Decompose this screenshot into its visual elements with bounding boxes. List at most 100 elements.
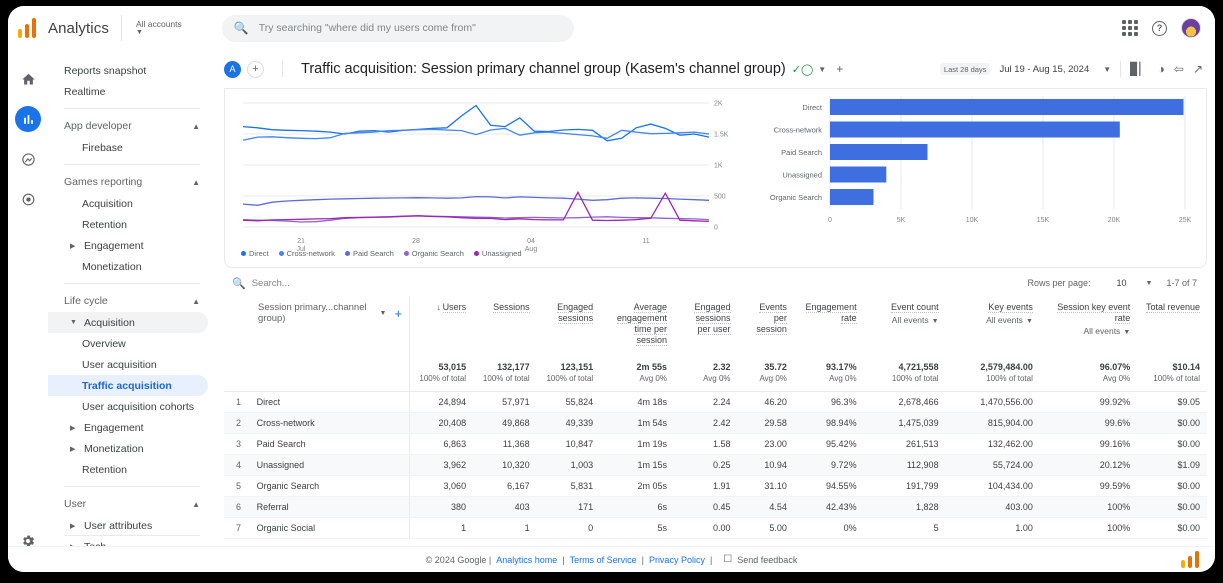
col-total-revenue[interactable]: Total revenue	[1137, 296, 1207, 358]
session-key-event-rate-filter[interactable]: All events ▼	[1047, 326, 1130, 338]
sidebar-item-games-engagement[interactable]: ▶ Engagement	[48, 235, 208, 256]
row-metric-cell: 1,475,039	[863, 412, 946, 434]
table-row[interactable]: 4 Unassigned 3,962 10,320 1,003 1m 15s 0.25 10.…	[224, 454, 1207, 476]
sidebar-item-realtime[interactable]: Realtime	[48, 81, 208, 102]
trend-icon[interactable]: ↗	[1193, 62, 1203, 76]
page-footer: © 2024 Google | Analytics home | Terms of…	[8, 546, 1215, 572]
chevron-down-icon[interactable]: ▼	[818, 65, 826, 74]
add-icon[interactable]: +	[836, 62, 843, 76]
totals-sub: Avg 0%	[759, 374, 787, 383]
chevron-down-icon[interactable]: ▼	[1103, 65, 1111, 74]
sessions-line-chart[interactable]: 2K1.5K1K5000 21 Jul28 04 Aug11	[231, 91, 741, 266]
channel-bar-chart[interactable]: Direct Cross-network Paid Search Unassigned…	[755, 91, 1205, 241]
table-row[interactable]: 1 Direct 24,894 57,971 55,824 4m 18s 2.24 46.20…	[224, 391, 1207, 413]
key-events-filter[interactable]: All events ▼	[953, 315, 1033, 327]
share-icon[interactable]: ⇦	[1174, 62, 1184, 76]
compare-icon[interactable]: ▊▏	[1130, 62, 1148, 76]
sidebar-item-label: Retention	[82, 218, 127, 231]
table-row[interactable]: 7 Organic Social 1 1 0 5s 0.00 5.00 0% 5 1.00 100% $…	[224, 517, 1207, 539]
table-row[interactable]: 3 Paid Search 6,863 11,368 10,847 1m 19s 1.58 2…	[224, 433, 1207, 455]
row-metric-cell: 191,799	[863, 475, 946, 497]
row-metric-cell: 20,408	[409, 412, 474, 434]
rail-item-advertising[interactable]	[15, 186, 41, 212]
sidebar-item-engagement[interactable]: ▶ Engagement	[48, 417, 208, 438]
sidebar-item-user-attributes[interactable]: ▶ User attributes	[48, 515, 208, 536]
sidebar-item-overview[interactable]: Overview	[48, 333, 208, 354]
privacy-policy-link[interactable]: Privacy Policy	[649, 555, 705, 565]
row-metric-cell: 1,828	[863, 496, 946, 518]
date-range-label[interactable]: Jul 19 - Aug 15, 2024	[999, 64, 1089, 75]
terms-of-service-link[interactable]: Terms of Service	[570, 555, 637, 565]
sidebar-item-reports-snapshot[interactable]: Reports snapshot	[48, 60, 208, 81]
col-sessions[interactable]: Sessions	[473, 296, 537, 358]
analytics-home-link[interactable]: Analytics home	[496, 555, 557, 565]
legend-item[interactable]: Paid Search	[344, 249, 394, 258]
sidebar-item-games-monetization[interactable]: Monetization	[48, 256, 208, 277]
row-dimension-name[interactable]: Direct	[250, 391, 411, 413]
dimension-label[interactable]: Session primary...channel group)	[258, 302, 372, 324]
search-input[interactable]	[258, 22, 562, 34]
row-metric-cell: 31.10	[737, 475, 794, 497]
sidebar-section-games-reporting[interactable]: Games reporting ▲	[48, 171, 216, 193]
row-metric-cell: 24,894	[409, 391, 474, 413]
rail-item-explore[interactable]	[15, 146, 41, 172]
rail-item-reports[interactable]	[15, 106, 41, 132]
row-dimension-name[interactable]: Organic Social	[250, 517, 411, 539]
row-metric-cell: $1.09	[1137, 454, 1207, 476]
sidebar-section-life-cycle[interactable]: Life cycle ▲	[48, 290, 216, 312]
sidebar-item-monetization[interactable]: ▶ Monetization	[48, 438, 208, 459]
sidebar-item-label: User attributes	[84, 519, 153, 532]
col-avg-engagement-time[interactable]: Average engagement time per session	[600, 296, 674, 358]
row-dimension-name[interactable]: Unassigned	[250, 454, 411, 476]
chevron-down-icon[interactable]: ▼	[380, 308, 387, 319]
legend-item[interactable]: Organic Search	[403, 249, 464, 258]
apps-grid-icon[interactable]	[1122, 20, 1138, 36]
legend-item[interactable]: Cross-network	[278, 249, 335, 258]
row-dimension-name[interactable]: Cross-network	[250, 412, 411, 434]
legend-item[interactable]: Direct	[241, 249, 269, 258]
explore-compass-icon	[21, 152, 35, 166]
chevron-down-icon: ▼	[931, 318, 939, 325]
col-event-count[interactable]: Event count All events ▼	[864, 296, 946, 358]
sidebar-item-firebase[interactable]: Firebase	[48, 137, 208, 158]
col-engaged-sessions-per-user[interactable]: Engaged sessions per user	[674, 296, 738, 358]
insights-icon[interactable]: ◑	[1158, 62, 1165, 76]
sidebar-item-user-acquisition[interactable]: User acquisition	[48, 354, 208, 375]
sidebar-item-user-acquisition-cohorts[interactable]: User acquisition cohorts	[48, 396, 208, 417]
send-feedback-label[interactable]: Send feedback	[737, 555, 797, 565]
row-dimension-name[interactable]: Referral	[250, 496, 411, 518]
col-key-events[interactable]: Key events All events ▼	[946, 296, 1040, 358]
sidebar-item-traffic-acquisition[interactable]: Traffic acquisition	[48, 375, 208, 396]
col-engaged-sessions[interactable]: Engaged sessions	[537, 296, 601, 358]
avatar[interactable]	[1181, 18, 1201, 38]
col-session-key-event-rate[interactable]: Session key event rate All events ▼	[1040, 296, 1137, 358]
account-selector[interactable]: All accounts ▼	[120, 15, 182, 41]
add-comparison-button[interactable]: +	[247, 60, 264, 78]
rows-per-page-value[interactable]: 10	[1117, 278, 1127, 288]
row-dimension-name[interactable]: Paid Search	[250, 433, 411, 455]
sidebar-item-retention[interactable]: Retention	[48, 459, 208, 480]
sidebar-section-app-developer[interactable]: App developer ▲	[48, 115, 216, 137]
chevron-down-icon[interactable]: ▼	[1146, 280, 1153, 287]
help-icon[interactable]: ?	[1152, 20, 1167, 36]
col-events-per-session[interactable]: Events per session	[738, 296, 794, 358]
add-dimension-icon[interactable]: +	[394, 307, 402, 320]
sidebar-item-acquisition[interactable]: ▼ Acquisition	[48, 312, 208, 333]
sidebar-item-games-acquisition[interactable]: Acquisition	[48, 193, 208, 214]
sidebar-section-user[interactable]: User ▲	[48, 493, 216, 515]
table-row[interactable]: 2 Cross-network 20,408 49,868 49,339 1m 54s 2.…	[224, 412, 1207, 434]
legend-item[interactable]: Unassigned	[473, 249, 522, 258]
row-dimension-name[interactable]: Organic Search	[250, 475, 411, 497]
table-search[interactable]: 🔍 Search...	[232, 277, 290, 290]
divider	[1120, 61, 1122, 77]
sidebar-item-games-retention[interactable]: Retention	[48, 214, 208, 235]
chevron-right-icon: ▶	[70, 424, 76, 432]
table-row[interactable]: 6 Referral 380 403 171 6s 0.45 4.54 42.43% 1,828 4…	[224, 496, 1207, 518]
rail-item-home[interactable]	[15, 66, 41, 92]
table-row[interactable]: 5 Organic Search 3,060 6,167 5,831 2m 05s 1.91…	[224, 475, 1207, 497]
global-search[interactable]: 🔍	[221, 14, 574, 42]
col-engagement-rate[interactable]: Engagement rate	[794, 296, 864, 358]
col-users[interactable]: ↓ Users	[410, 296, 474, 358]
report-avatar[interactable]: A	[224, 60, 241, 78]
event-count-filter[interactable]: All events ▼	[871, 315, 939, 327]
